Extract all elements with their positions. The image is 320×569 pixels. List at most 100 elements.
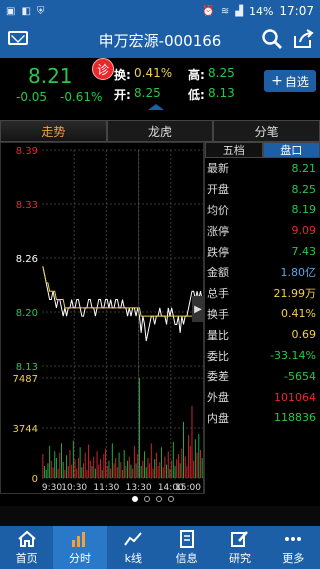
- nav-home[interactable]: 首页: [0, 526, 53, 569]
- nav-info[interactable]: 信息: [160, 526, 213, 569]
- time-tick-label: 10:30: [61, 483, 87, 493]
- panel-row-label: 最新: [207, 162, 229, 176]
- gallery-icon: ▣: [6, 5, 16, 17]
- panel-row-label: 委比: [207, 349, 229, 363]
- panel-row: 内盘 118836: [205, 408, 320, 429]
- panel-row-label: 内盘: [207, 411, 229, 425]
- wifi-icon: ≋: [220, 5, 230, 17]
- time-tick-label: 13:30: [126, 483, 152, 493]
- collapse-caret-icon[interactable]: [148, 104, 164, 110]
- bottom-nav: 首页 分时 k线 信息 研究 更多: [0, 526, 320, 569]
- order-panel: 五档 盘口 最新 8.21 开盘 8.25 均价 8.19 涨停 9.09 跌停 7.43 金额 1.…: [204, 142, 320, 494]
- page-dot[interactable]: [168, 496, 174, 502]
- panel-row-value: 21.99万: [273, 287, 317, 301]
- nav-kline[interactable]: k线: [107, 526, 160, 569]
- signal-icon: ▟: [235, 5, 243, 17]
- open-value: 8.25: [134, 86, 161, 100]
- volume-tick-label: 7487: [13, 374, 38, 385]
- panel-row: 均价 8.19: [205, 200, 320, 221]
- tab-handicap[interactable]: 盘口: [262, 142, 320, 158]
- panel-row-value: 1.80亿: [280, 266, 317, 280]
- panel-row-label: 换手: [207, 307, 229, 321]
- mail-icon[interactable]: [8, 31, 28, 45]
- turnover-value: 0.41%: [134, 66, 173, 80]
- status-icons-left: ▣ ◧ ⛨: [6, 6, 44, 17]
- price-tick-label: 8.13: [16, 362, 38, 373]
- panel-row-label: 金额: [207, 266, 229, 280]
- panel-row: 开盘 8.25: [205, 179, 320, 200]
- page-indicator: [132, 496, 174, 502]
- panel-row-value: 8.19: [291, 203, 317, 217]
- order-panel-tabs: 五档 盘口: [205, 142, 320, 158]
- shield-icon: ⛨: [36, 5, 45, 17]
- price-tick-label: 8.39: [16, 146, 38, 157]
- price-tick-label: 8.33: [16, 200, 38, 211]
- last-price: 8.21: [28, 64, 73, 88]
- app-icon: ◧: [21, 5, 31, 17]
- page-title: 申万宏源-000166: [98, 31, 222, 50]
- tab-five-levels[interactable]: 五档: [205, 142, 263, 158]
- add-watchlist-button[interactable]: + 自选: [264, 70, 316, 92]
- price-change-percent: -0.61%: [60, 90, 103, 104]
- panel-row: 跌停 7.43: [205, 241, 320, 262]
- price-tick-label: 8.26: [16, 254, 38, 265]
- clock: 17:07: [279, 4, 314, 18]
- price-line: [42, 266, 203, 342]
- news-ticker-band: [0, 506, 320, 526]
- share-icon[interactable]: [292, 28, 314, 50]
- quote-summary: 8.21 -0.05 -0.61% 诊 换: 0.41% 开: 8.25 高: …: [0, 58, 320, 110]
- low-value: 8.13: [208, 86, 235, 100]
- page-dot[interactable]: [156, 496, 162, 502]
- nav-more-label: 更多: [282, 551, 305, 565]
- page-dot[interactable]: [144, 496, 150, 502]
- panel-row-value: 7.43: [291, 245, 317, 259]
- nav-kline-label: k线: [124, 551, 142, 565]
- chart-tabs: 走势 龙虎 分笔: [0, 120, 320, 142]
- panel-row: 委比 -33.14%: [205, 345, 320, 366]
- bar-chart-icon: [71, 531, 85, 547]
- diagnosis-badge[interactable]: 诊: [92, 58, 114, 80]
- nav-timeshare-label: 分时: [68, 551, 91, 565]
- panel-row-label: 外盘: [207, 391, 229, 405]
- panel-row-value: -33.14%: [270, 349, 316, 363]
- status-icons-right: ⏰ ≋ ▟ 14% 17:07: [202, 4, 314, 18]
- panel-row: 涨停 9.09: [205, 220, 320, 241]
- price-tick-label: 8.20: [16, 308, 38, 319]
- document-icon: [179, 529, 194, 548]
- panel-row-label: 开盘: [207, 183, 229, 197]
- price-change: -0.05: [16, 90, 48, 104]
- panel-row: 委差 -5654: [205, 366, 320, 387]
- app-header: 申万宏源-000166: [0, 22, 320, 58]
- panel-row: 最新 8.21: [205, 158, 320, 179]
- panel-row-value: 0.41%: [281, 307, 316, 321]
- panel-row-value: 8.21: [291, 161, 317, 175]
- time-tick-label: 9:30: [42, 483, 62, 493]
- panel-row: 金额 1.80亿: [205, 262, 320, 283]
- nav-home-label: 首页: [15, 551, 38, 565]
- plus-icon: +: [271, 73, 283, 89]
- add-watchlist-label: 自选: [284, 74, 309, 89]
- panel-row-label: 总手: [207, 287, 229, 301]
- turnover-label: 换:: [114, 68, 131, 82]
- panel-row-label: 涨停: [207, 224, 229, 238]
- nav-timeshare[interactable]: 分时: [53, 526, 107, 569]
- panel-row-value: 8.25: [291, 182, 317, 196]
- open-label: 开:: [114, 88, 131, 102]
- nav-info-label: 信息: [175, 551, 198, 565]
- nav-research[interactable]: 研究: [213, 526, 266, 569]
- intraday-chart[interactable]: 8.39 8.33 8.26 8.20 8.13 7487 3744 0 9:30 10:30 11…: [0, 142, 204, 494]
- search-icon[interactable]: [261, 28, 283, 50]
- order-panel-rows: 最新 8.21 开盘 8.25 均价 8.19 涨停 9.09 跌停 7.43 金额 1.80亿总手 2…: [205, 158, 320, 428]
- page-dot[interactable]: [132, 496, 138, 502]
- tab-dragon-tiger[interactable]: 龙虎: [106, 120, 214, 142]
- panel-row-value: 9.09: [291, 224, 317, 238]
- panel-row: 总手 21.99万: [205, 283, 320, 304]
- tab-trend[interactable]: 走势: [0, 120, 107, 142]
- time-tick-label: 15:00: [175, 483, 201, 493]
- expand-panel-arrow-icon[interactable]: ▶: [192, 296, 204, 322]
- tab-ticks[interactable]: 分笔: [213, 120, 320, 142]
- home-icon: [17, 530, 36, 547]
- nav-more[interactable]: 更多: [267, 526, 320, 569]
- low-label: 低:: [188, 88, 205, 102]
- high-label: 高:: [188, 68, 205, 82]
